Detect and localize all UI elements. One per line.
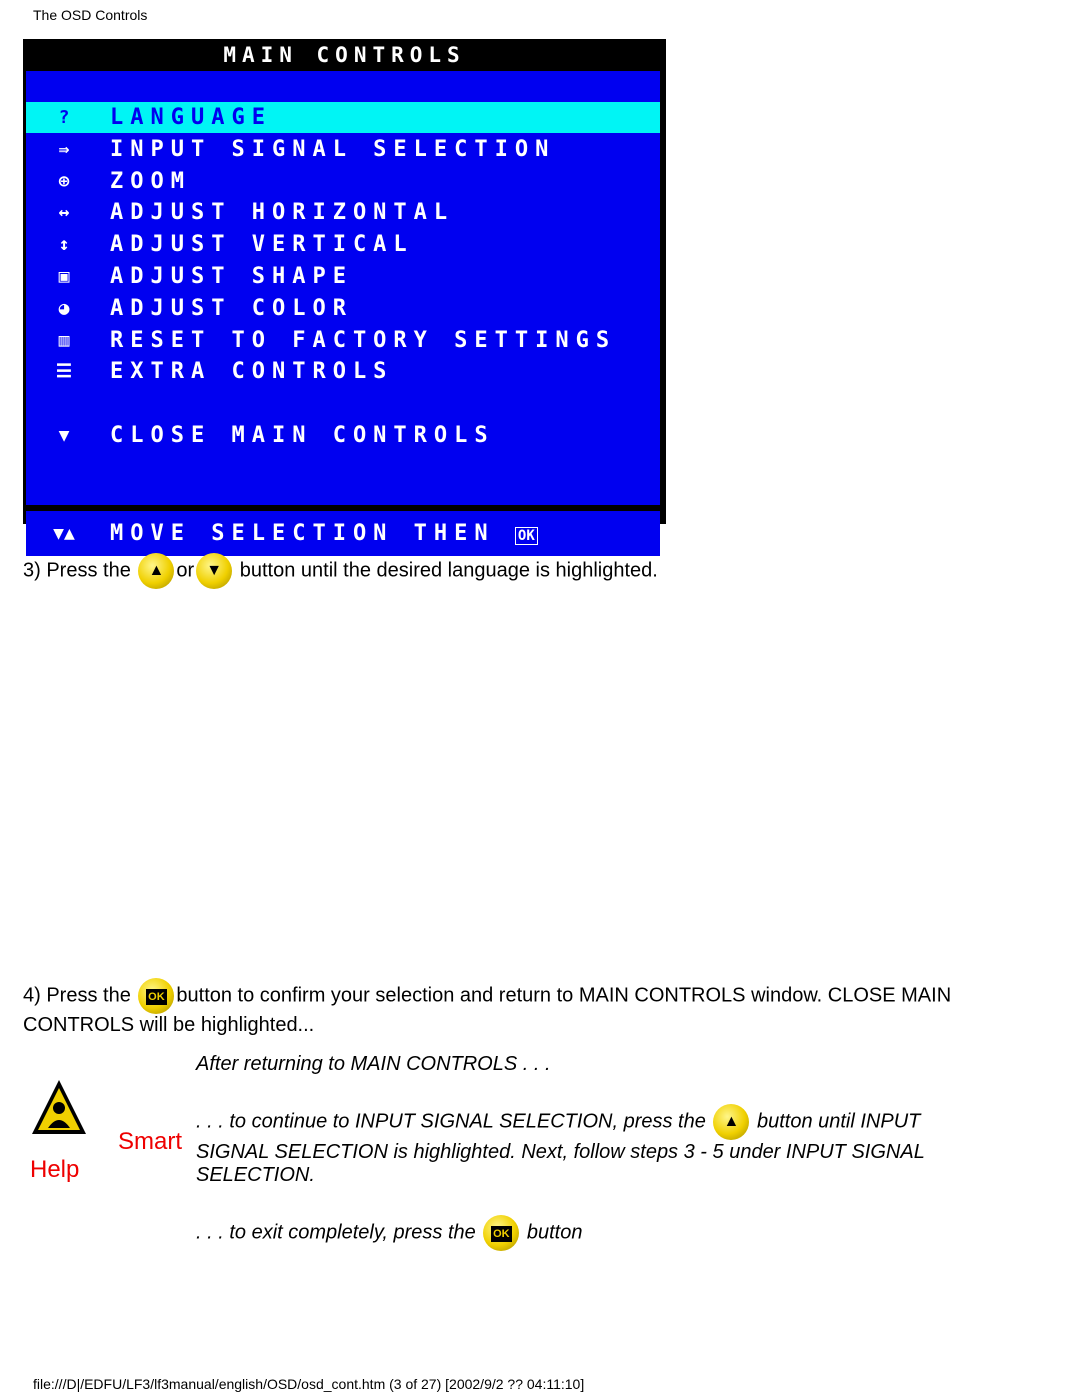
smart-help-continue: . . . to continue to INPUT SIGNAL SELECT… [196,1104,920,1140]
exit-text-end: button [526,1221,583,1244]
osd-item-adjust-color[interactable]: ◕ ADJUST COLOR [26,293,660,324]
page-footer-path: file:///D|/EDFU/LF3/lf3manual/english/OS… [33,1376,585,1392]
warning-icon [32,1080,86,1134]
osd-item-label: ADJUST HORIZONTAL [110,200,455,225]
shape-icon: ▣ [58,266,70,287]
input-signal-icon: ⇛ [58,139,70,160]
factory-reset-icon: ▥ [58,330,70,351]
osd-item-label: ADJUST VERTICAL [110,232,414,257]
osd-title: MAIN CONTROLS [223,43,466,67]
osd-item-label: CLOSE MAIN CONTROLS [110,423,495,448]
osd-item-label: ADJUST COLOR [110,296,353,321]
vertical-icon: ↕ [58,234,70,255]
ok-icon: OK [514,527,538,545]
up-button-icon: ▲ [138,553,175,589]
step-3-text: 3) Press the [23,559,131,582]
down-up-arrows-icon: ▼▲ [53,523,75,544]
smart-label: Smart [118,1128,183,1155]
smart-help-continue-line2: SIGNAL SELECTION is highlighted. Next, f… [196,1141,925,1163]
color-palette-icon: ◕ [58,298,70,319]
osd-item-label: RESET TO FACTORY SETTINGS [110,328,617,353]
smart-help-intro: After returning to MAIN CONTROLS . . . [196,1053,551,1075]
extra-controls-icon: ☰ [55,361,73,382]
osd-item-zoom[interactable]: ⊕ ZOOM [26,166,660,197]
smart-help-exit: . . . to exit completely, press the OK b… [196,1215,582,1251]
help-label: Help [30,1156,80,1183]
step-4-line2: CONTROLS will be highlighted... [23,1014,315,1036]
osd-item-label: LANGUAGE [110,105,272,130]
osd-item-adjust-horizontal[interactable]: ↔ ADJUST HORIZONTAL [26,197,660,228]
osd-item-reset-factory[interactable]: ▥ RESET TO FACTORY SETTINGS [26,325,660,356]
continue-text: . . . to continue to INPUT SIGNAL SELECT… [196,1110,706,1133]
osd-item-label: EXTRA CONTROLS [110,359,394,384]
ok-button-icon: OK [138,978,175,1014]
page-header-title: The OSD Controls [33,7,148,23]
osd-footer: ▼▲ MOVE SELECTION THEN OK [26,511,660,556]
zoom-icon: ⊕ [58,171,70,192]
step-3-or: or [176,559,195,582]
ok-button-icon: OK [483,1215,520,1251]
osd-item-adjust-shape[interactable]: ▣ ADJUST SHAPE [26,261,660,292]
osd-item-label: ZOOM [110,169,191,194]
osd-item-input-signal[interactable]: ⇛ INPUT SIGNAL SELECTION [26,134,660,165]
osd-item-language[interactable]: ? LANGUAGE [26,102,660,133]
step-4-text-end: button to confirm your selection and ret… [176,984,952,1007]
osd-footer-label: MOVE SELECTION THEN OK [110,518,538,552]
osd-item-extra-controls[interactable]: ☰ EXTRA CONTROLS [26,356,660,387]
continue-text-end: button until INPUT [756,1110,921,1133]
osd-item-label: ADJUST SHAPE [110,264,353,289]
osd-item-close-main-controls[interactable]: ▼ CLOSE MAIN CONTROLS [26,420,660,451]
osd-item-label: INPUT SIGNAL SELECTION [110,137,556,162]
step-4-text: 4) Press the [23,984,131,1007]
smart-help-continue-line3: SELECTION. [196,1164,315,1186]
osd-menu: ? LANGUAGE ⇛ INPUT SIGNAL SELECTION ⊕ ZOOM … [26,71,660,505]
up-button-icon: ▲ [713,1104,750,1140]
exit-text: . . . to exit completely, press the [196,1221,476,1244]
down-button-icon: ▼ [196,553,233,589]
osd-main-controls-screen: MAIN CONTROLS ? LANGUAGE ⇛ INPUT SIGNAL SE… [23,39,666,556]
step-4: 4) Press the OK button to confirm your se… [23,978,951,1014]
horizontal-icon: ↔ [58,202,70,223]
osd-item-adjust-vertical[interactable]: ↕ ADJUST VERTICAL [26,229,660,260]
down-arrow-icon: ▼ [58,425,70,446]
step-3: 3) Press the ▲ or ▼ button until the desir… [23,553,658,589]
step-3-text-end: button until the desired language is hig… [239,559,658,582]
osd-footer-hint: ▼▲ MOVE SELECTION THEN OK [26,518,660,549]
language-icon: ? [58,107,70,128]
